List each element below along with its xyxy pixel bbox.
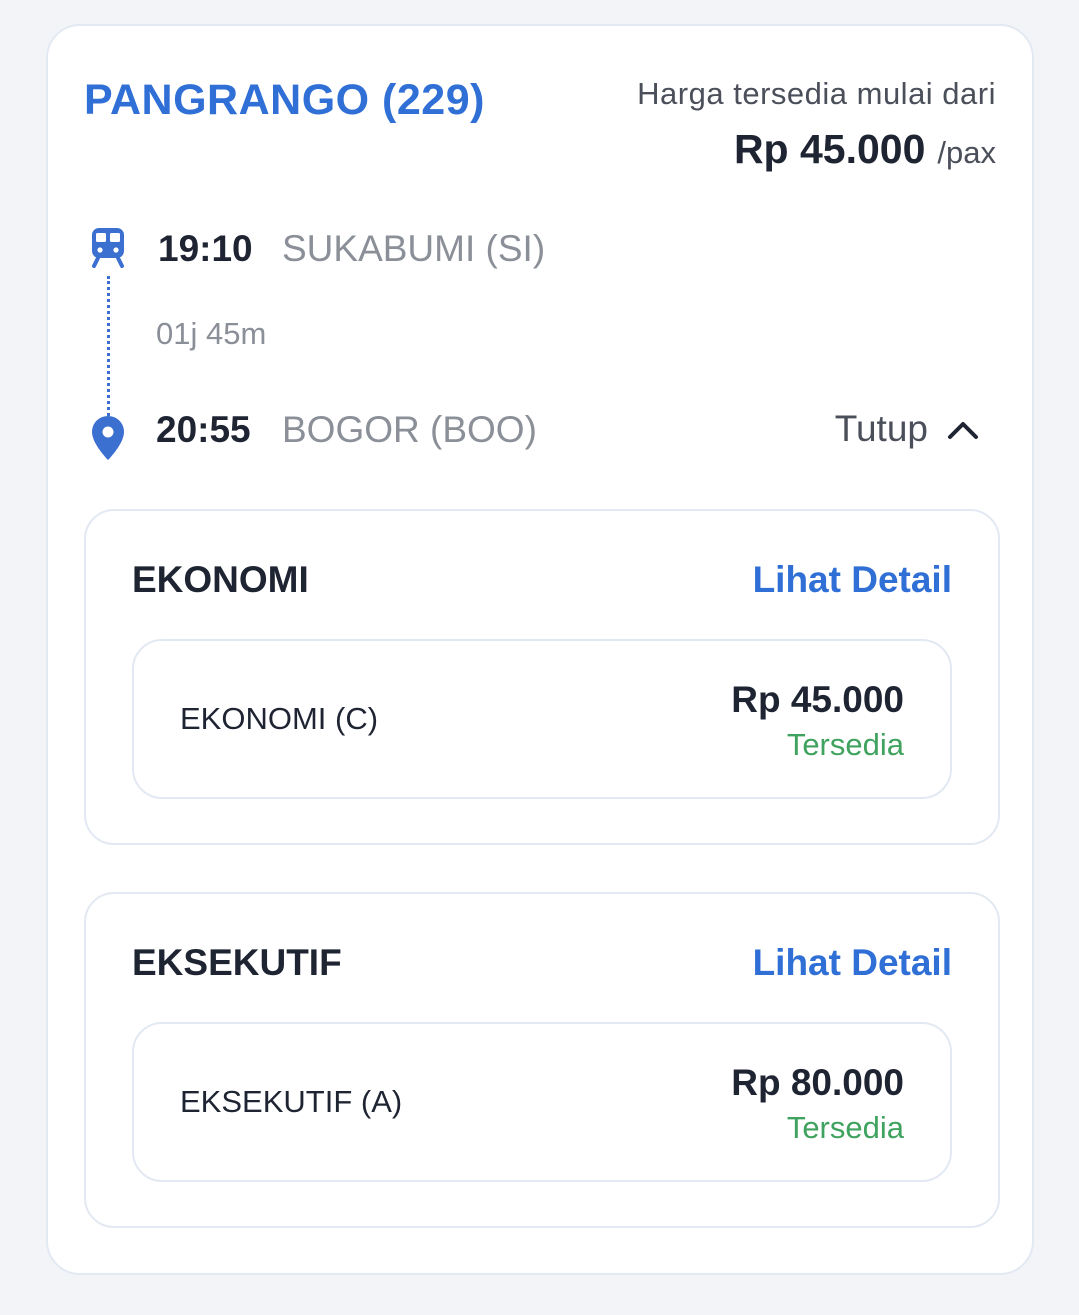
departure-time: 19:10 xyxy=(158,228,253,269)
departure-station: SUKABUMI (SI) xyxy=(282,228,546,269)
class-section-eksekutif: EKSEKUTIF Lihat Detail EKSEKUTIF (A) Rp … xyxy=(84,892,1000,1228)
class-title: EKONOMI xyxy=(132,559,309,600)
trip-duration: 01j 45m xyxy=(156,316,267,351)
chevron-up-icon xyxy=(948,422,978,439)
subclass-option[interactable]: EKSEKUTIF (A) Rp 80.000 Tersedia xyxy=(132,1022,952,1182)
price-amount: Rp 45.000 xyxy=(733,126,926,172)
subclass-name: EKSEKUTIF (A) xyxy=(180,1084,403,1119)
starting-price: Rp 45.000 /pax xyxy=(734,126,996,173)
view-detail-link[interactable]: Lihat Detail xyxy=(753,559,952,601)
train-icon xyxy=(92,228,124,268)
view-detail-link[interactable]: Lihat Detail xyxy=(753,942,952,984)
subclass-price: Rp 80.000 xyxy=(731,1062,904,1103)
price-unit: /pax xyxy=(937,135,996,170)
subclass-option[interactable]: EKONOMI (C) Rp 45.000 Tersedia xyxy=(132,639,952,799)
price-caption: Harga tersedia mulai dari xyxy=(637,76,996,111)
arrival-station: BOGOR (BOO) xyxy=(282,409,537,450)
close-toggle[interactable]: Tutup xyxy=(835,408,980,450)
location-pin-icon xyxy=(92,416,124,460)
subclass-name: EKONOMI (C) xyxy=(180,701,379,736)
class-title: EKSEKUTIF xyxy=(132,942,342,983)
availability-status: Tersedia xyxy=(786,1110,904,1145)
train-name: PANGRANGO (229) xyxy=(84,76,485,124)
arrival-time: 20:55 xyxy=(156,409,251,450)
availability-status: Tersedia xyxy=(786,727,904,762)
subclass-price: Rp 45.000 xyxy=(731,679,904,720)
train-result-card: PANGRANGO (229) Harga tersedia mulai dar… xyxy=(46,24,1034,1275)
class-section-ekonomi: EKONOMI Lihat Detail EKONOMI (C) Rp 45.0… xyxy=(84,509,1000,845)
route-line xyxy=(107,276,110,416)
close-label: Tutup xyxy=(834,408,928,449)
